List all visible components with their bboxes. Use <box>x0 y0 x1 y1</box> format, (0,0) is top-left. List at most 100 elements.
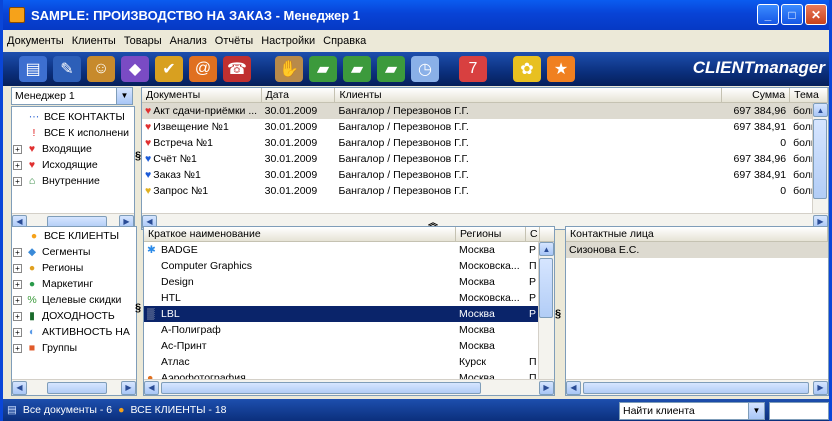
table-row[interactable]: Computer Graphics Московска... П <box>144 258 554 274</box>
expand-icon[interactable]: + <box>13 161 22 170</box>
col-clients[interactable]: Клиенты <box>335 88 723 102</box>
tree-item-label: Внутренние <box>42 175 100 187</box>
col-contacts[interactable]: Контактные лица <box>566 227 828 241</box>
menu-reports[interactable]: Отчёты <box>215 35 253 47</box>
table-row[interactable]: ▒ LBL Москва Р <box>144 306 554 322</box>
col-regions[interactable]: Регионы <box>456 227 526 241</box>
horizontal-scrollbar[interactable]: ◀ ▶ <box>12 379 136 395</box>
splitter-grip-icon[interactable]: § <box>135 302 141 314</box>
tree-item[interactable]: + ■ Группы <box>12 340 136 356</box>
tree-item-label: Маркетинг <box>42 278 94 290</box>
expand-icon[interactable]: + <box>13 280 22 289</box>
calendar-icon[interactable]: 7 <box>459 56 487 82</box>
find-client-select[interactable]: Найти клиента ▼ <box>619 402 765 420</box>
chevron-down-icon[interactable]: ▼ <box>748 403 764 419</box>
menu-documents[interactable]: Документы <box>7 35 64 47</box>
splitter-grip-icon[interactable]: § <box>135 150 141 162</box>
check-icon[interactable]: ✔ <box>155 56 183 82</box>
close-button[interactable]: ✕ <box>805 4 827 25</box>
table-row[interactable]: ♥ Извещение №1 30.01.2009 Бангалор / Перезв… <box>142 119 828 135</box>
scroll-up-icon[interactable]: ▲ <box>539 242 554 256</box>
menu-clients[interactable]: Клиенты <box>72 35 116 47</box>
maximize-button[interactable]: □ <box>781 4 803 25</box>
menu-settings[interactable]: Настройки <box>261 35 315 47</box>
tree-item[interactable]: + ♥ Исходящие <box>12 157 134 173</box>
menu-help[interactable]: Справка <box>323 35 366 47</box>
scroll-up-icon[interactable]: ▲ <box>813 103 828 117</box>
tree-item[interactable]: + ◐ АКТИВНОСТЬ НА <box>12 324 136 340</box>
tree-item[interactable]: +% Целевые скидки <box>12 292 136 308</box>
scroll-left-icon[interactable]: ◀ <box>566 380 581 395</box>
table-row[interactable]: ♥ Заказ №1 30.01.2009 Бангалор / Перезвонов… <box>142 167 828 183</box>
document-icon: ♥ <box>145 121 152 133</box>
table-row[interactable]: А-Полиграф Москва <box>144 322 554 338</box>
tree-item[interactable]: + ▮ ДОХОДНОСТЬ <box>12 308 136 324</box>
tree-item[interactable]: + ♥ Входящие <box>12 141 134 157</box>
document-tree: ⋯ ВСЕ КОНТАКТЫ! ВСЕ К исполнени + ♥ Входящие +… <box>11 106 135 230</box>
expand-icon[interactable]: + <box>13 328 22 337</box>
vertical-scrollbar[interactable]: ▲ <box>538 242 554 379</box>
col-sum[interactable]: Сумма <box>722 88 791 102</box>
minimize-button[interactable]: _ <box>757 4 779 25</box>
horizontal-scrollbar[interactable]: ◀ ▶ <box>144 379 554 395</box>
car-icon[interactable]: ▰ <box>343 56 371 82</box>
scroll-left-icon[interactable]: ◀ <box>144 380 159 395</box>
table-row[interactable]: ♥ Запрос №1 30.01.2009 Бангалор / Перезвоно… <box>142 183 828 199</box>
car-icon[interactable]: ▰ <box>309 56 337 82</box>
phone-icon[interactable]: ☎ <box>223 56 251 82</box>
table-row[interactable]: HTL Московска... Р <box>144 290 554 306</box>
col-c[interactable]: С <box>526 227 540 241</box>
col-short-name[interactable]: Краткое наименование <box>144 227 456 241</box>
star-icon[interactable]: ★ <box>547 56 575 82</box>
expand-icon[interactable]: + <box>13 296 22 305</box>
tree-item[interactable]: + ⌂ Внутренние <box>12 173 134 189</box>
tree-item-label: Входящие <box>42 143 92 155</box>
tree-item[interactable]: ● ВСЕ КЛИЕНТЫ <box>12 228 136 244</box>
table-row[interactable]: ♥ Акт сдачи-приёмки ... 30.01.2009 Бангалор… <box>142 103 828 119</box>
scroll-right-icon[interactable]: ▶ <box>539 380 554 395</box>
book-icon[interactable]: ▤ <box>19 56 47 82</box>
expand-icon[interactable]: + <box>13 312 22 321</box>
table-row[interactable]: ✱ BADGE Москва Р <box>144 242 554 258</box>
search-input[interactable] <box>769 402 829 420</box>
tree-item[interactable]: + ● Маркетинг <box>12 276 136 292</box>
tree-item[interactable]: + ● Регионы <box>12 260 136 276</box>
tree-item[interactable]: ! ВСЕ К исполнени <box>12 125 134 141</box>
table-row[interactable]: Design Москва Р <box>144 274 554 290</box>
tree-item[interactable]: ⋯ ВСЕ КОНТАКТЫ <box>12 109 134 125</box>
table-row[interactable]: Атлас Курск П <box>144 354 554 370</box>
chevron-down-icon[interactable]: ▼ <box>116 88 132 104</box>
expand-icon[interactable]: + <box>13 344 22 353</box>
manager-select[interactable]: Менеджер 1 ▼ <box>11 87 133 105</box>
user-icon[interactable]: ☺ <box>87 56 115 82</box>
splitter-grip-icon[interactable]: § <box>555 308 561 320</box>
pen-icon[interactable]: ✎ <box>53 56 81 82</box>
scroll-left-icon[interactable]: ◀ <box>12 380 27 395</box>
vertical-scrollbar[interactable]: ▲ <box>812 103 828 213</box>
col-topic[interactable]: Тема <box>790 88 828 102</box>
expand-icon[interactable]: + <box>13 177 22 186</box>
expand-icon[interactable]: + <box>13 145 22 154</box>
shapes-icon[interactable]: ◆ <box>121 56 149 82</box>
menu-analysis[interactable]: Анализ <box>170 35 207 47</box>
handshake-icon[interactable]: ✋ <box>275 56 303 82</box>
menu-goods[interactable]: Товары <box>124 35 162 47</box>
expand-icon[interactable]: + <box>13 248 22 257</box>
table-row[interactable]: ♥ Счёт №1 30.01.2009 Бангалор / Перезвонов … <box>142 151 828 167</box>
tree-item-label: АКТИВНОСТЬ НА <box>42 326 130 338</box>
scroll-right-icon[interactable]: ▶ <box>813 380 828 395</box>
discount-icon: % <box>27 294 37 306</box>
email-icon[interactable]: @ <box>189 56 217 82</box>
col-date[interactable]: Дата <box>262 88 336 102</box>
flower-icon[interactable]: ✿ <box>513 56 541 82</box>
col-documents[interactable]: Документы <box>142 88 262 102</box>
table-row[interactable]: Сизонова Е.С. <box>566 242 828 258</box>
scroll-right-icon[interactable]: ▶ <box>121 380 136 395</box>
horizontal-scrollbar[interactable]: ◀ ▶ <box>566 379 828 395</box>
car-icon[interactable]: ▰ <box>377 56 405 82</box>
clock-icon[interactable]: ◷ <box>411 56 439 82</box>
tree-item[interactable]: + ◆ Сегменты <box>12 244 136 260</box>
table-row[interactable]: ♥ Встреча №1 30.01.2009 Бангалор / Перезвон… <box>142 135 828 151</box>
expand-icon[interactable]: + <box>13 264 22 273</box>
table-row[interactable]: Ас-Принт Москва <box>144 338 554 354</box>
